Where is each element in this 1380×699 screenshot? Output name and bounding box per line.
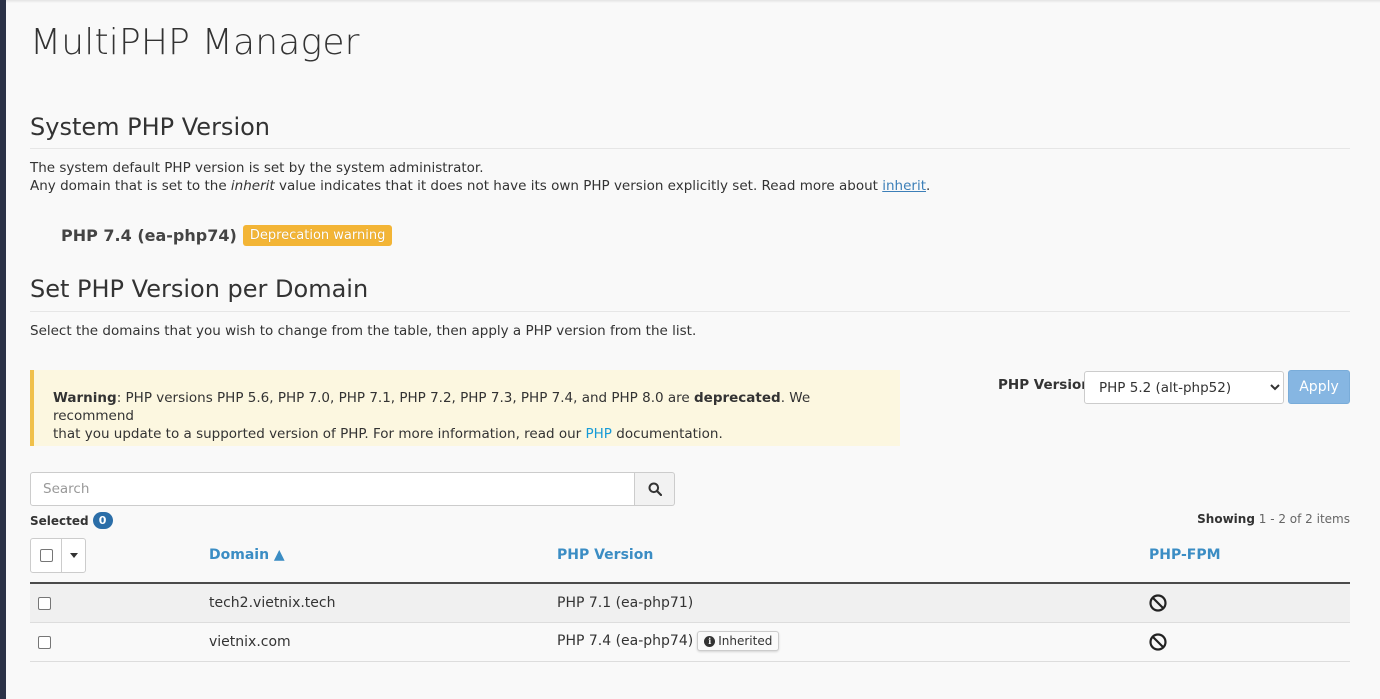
row-checkbox[interactable] — [38, 636, 51, 649]
php-version-cell: PHP 7.1 (ea-php71) — [557, 595, 694, 611]
system-php-heading: System PHP Version — [30, 113, 270, 141]
php-docs-link[interactable]: PHP — [586, 426, 612, 442]
per-domain-intro: Select the domains that you wish to chan… — [30, 323, 697, 339]
bulk-select-dropdown[interactable] — [62, 539, 85, 572]
select-all-checkbox[interactable] — [39, 549, 53, 562]
disabled-icon — [1149, 633, 1167, 651]
php-version-label: PHP Version — [998, 377, 1091, 393]
row-checkbox[interactable] — [38, 597, 51, 610]
selected-count-badge: 0 — [92, 512, 113, 529]
inherit-link[interactable]: inherit — [882, 178, 926, 194]
table-row: vietnix.com PHP 7.4 (ea-php74) i Inherited — [30, 623, 1350, 662]
system-version-value: PHP 7.4 (ea-php74) — [61, 226, 237, 245]
deprecation-warning-callout: Warning: PHP versions PHP 5.6, PHP 7.0, … — [30, 370, 900, 446]
caret-down-icon — [69, 553, 78, 558]
disabled-icon — [1149, 594, 1167, 612]
search-button[interactable] — [635, 472, 675, 506]
deprecation-badge: Deprecation warning — [242, 225, 393, 246]
php-fpm-column-header[interactable]: PHP-FPM — [1149, 547, 1221, 563]
domain-column-header[interactable]: Domain ▲ — [209, 547, 285, 563]
selected-count: Selected 0 — [30, 512, 113, 529]
domain-cell: tech2.vietnix.tech — [209, 595, 336, 611]
inherited-badge: i Inherited — [697, 631, 780, 651]
domain-cell: vietnix.com — [209, 634, 291, 650]
info-icon: i — [704, 635, 716, 647]
per-domain-heading: Set PHP Version per Domain — [30, 275, 369, 303]
search-icon — [648, 482, 662, 496]
search-input[interactable] — [30, 472, 635, 506]
table-row: tech2.vietnix.tech PHP 7.1 (ea-php71) — [30, 584, 1350, 623]
bulk-select-control — [30, 538, 86, 573]
left-edge-bar — [0, 0, 6, 699]
system-php-version: PHP 7.4 (ea-php74) Deprecation warning — [61, 225, 393, 246]
showing-items: Showing 1 - 2 of 2 items — [1197, 512, 1350, 526]
php-version-select[interactable]: PHP 5.2 (alt-php52) — [1084, 371, 1284, 404]
php-version-cell: PHP 7.4 (ea-php74) i Inherited — [557, 631, 780, 651]
php-version-column-header[interactable]: PHP Version — [557, 547, 653, 563]
system-description: The system default PHP version is set by… — [30, 160, 931, 194]
divider — [30, 148, 1350, 149]
apply-button[interactable]: Apply — [1288, 370, 1350, 404]
top-shadow — [6, 0, 1380, 3]
search-bar — [30, 472, 675, 506]
divider — [30, 311, 1350, 312]
page-title: MultiPHP Manager — [30, 22, 360, 63]
